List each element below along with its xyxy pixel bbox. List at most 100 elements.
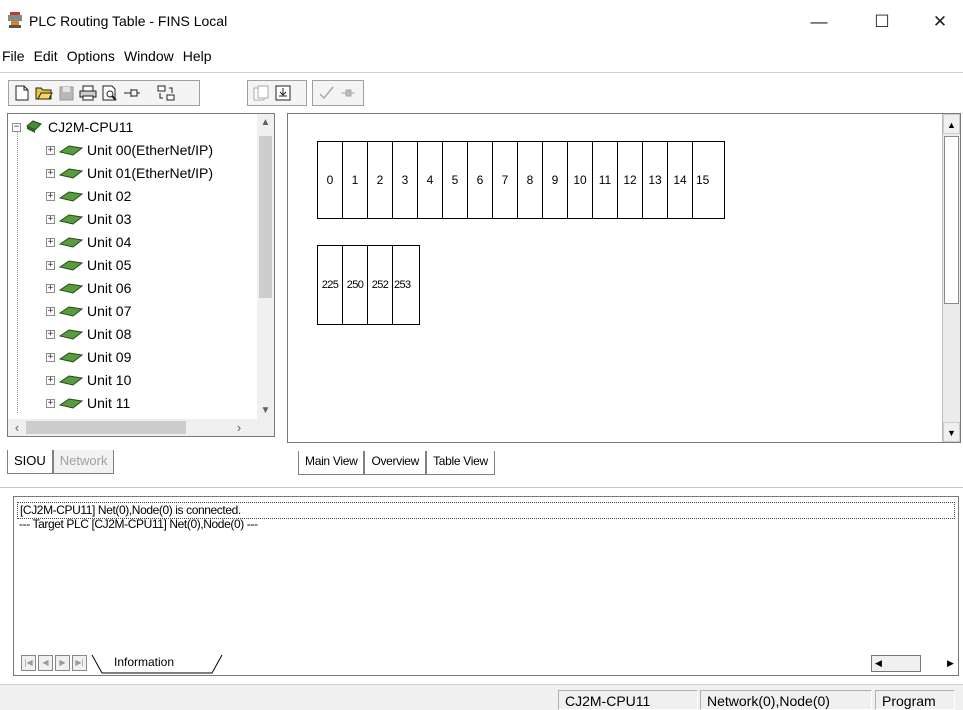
main-view-canvas[interactable]: 0 1 2 3 4 5 6 7 8 9 10 11 12 13 14 15 22… bbox=[287, 113, 961, 443]
tree-item-unit-05[interactable]: + Unit 05 bbox=[46, 254, 131, 276]
log-line[interactable]: --- Target PLC [CJ2M-CPU11] Net(0),Node(… bbox=[17, 517, 258, 531]
import-icon[interactable] bbox=[272, 82, 294, 104]
expand-icon[interactable]: + bbox=[46, 375, 55, 385]
close-button[interactable]: ✕ bbox=[918, 8, 962, 36]
expand-icon[interactable]: + bbox=[46, 260, 55, 270]
status-bar: CJ2M-CPU11 Network(0),Node(0) Program bbox=[0, 684, 963, 710]
expand-icon[interactable]: + bbox=[46, 329, 55, 339]
special-unit-cell[interactable]: 252 bbox=[367, 245, 393, 325]
tree-item-unit-02[interactable]: + Unit 02 bbox=[46, 185, 131, 207]
expand-icon[interactable]: + bbox=[46, 214, 55, 224]
expand-icon[interactable]: + bbox=[46, 306, 55, 316]
info-horizontal-scrollbar[interactable]: ◀ bbox=[871, 655, 921, 672]
unit-cell[interactable]: 14 bbox=[667, 141, 693, 219]
unit-cell[interactable]: 5 bbox=[442, 141, 468, 219]
prev-tab-icon[interactable]: ◀ bbox=[38, 655, 53, 671]
tree-root[interactable]: − CJ2M-CPU11 bbox=[12, 116, 133, 138]
collapse-icon[interactable]: − bbox=[12, 122, 21, 132]
unit-cell[interactable]: 10 bbox=[567, 141, 593, 219]
menu-file[interactable]: File bbox=[0, 46, 29, 68]
splitter[interactable] bbox=[0, 487, 963, 488]
expand-icon[interactable]: + bbox=[46, 283, 55, 293]
main-vertical-scrollbar[interactable]: ▲ ▼ bbox=[942, 114, 960, 442]
minimize-button[interactable]: — bbox=[797, 8, 841, 36]
scroll-down-icon[interactable]: ▼ bbox=[943, 422, 960, 442]
tree-item-unit-06[interactable]: + Unit 06 bbox=[46, 277, 131, 299]
unit-cell[interactable]: 0 bbox=[317, 141, 343, 219]
last-tab-icon[interactable]: ▶| bbox=[72, 655, 87, 671]
expand-icon[interactable]: + bbox=[46, 168, 55, 178]
unit-cell[interactable]: 4 bbox=[417, 141, 443, 219]
tab-table-view[interactable]: Table View bbox=[426, 451, 495, 475]
expand-icon[interactable]: + bbox=[46, 352, 55, 362]
connect-icon[interactable] bbox=[337, 82, 359, 104]
unit-cell[interactable]: 13 bbox=[642, 141, 668, 219]
unit-cell[interactable]: 3 bbox=[392, 141, 418, 219]
unit-cell[interactable]: 7 bbox=[492, 141, 518, 219]
unit-module-icon bbox=[59, 306, 83, 317]
unit-cell[interactable]: 11 bbox=[592, 141, 618, 219]
expand-icon[interactable]: + bbox=[46, 145, 55, 155]
special-unit-cell[interactable]: 250 bbox=[342, 245, 368, 325]
menu-help[interactable]: Help bbox=[179, 46, 216, 68]
scroll-right-icon[interactable]: › bbox=[230, 419, 248, 436]
expand-icon[interactable]: + bbox=[46, 237, 55, 247]
unit-cell[interactable]: 9 bbox=[542, 141, 568, 219]
tree-vertical-scrollbar[interactable]: ▲ ▼ bbox=[257, 114, 274, 420]
tree-item-unit-07[interactable]: + Unit 07 bbox=[46, 300, 131, 322]
scroll-up-icon[interactable]: ▲ bbox=[257, 114, 274, 132]
scroll-thumb[interactable] bbox=[26, 421, 186, 434]
unit-tree[interactable]: − CJ2M-CPU11 + Unit 00(EtherNet/IP) + Un… bbox=[7, 113, 275, 437]
scroll-thumb[interactable] bbox=[259, 136, 272, 298]
tree-item-unit-03[interactable]: + Unit 03 bbox=[46, 208, 131, 230]
unit-cell[interactable]: 12 bbox=[617, 141, 643, 219]
maximize-button[interactable]: ☐ bbox=[860, 8, 904, 36]
scroll-up-icon[interactable]: ▲ bbox=[943, 114, 960, 134]
scroll-left-icon[interactable]: ◀ bbox=[875, 658, 882, 669]
scroll-right-icon[interactable]: ▶ bbox=[942, 655, 959, 672]
copy-document-icon[interactable] bbox=[250, 82, 272, 104]
tab-main-view[interactable]: Main View bbox=[298, 451, 365, 475]
special-unit-cell[interactable]: 225 bbox=[317, 245, 343, 325]
menu-options[interactable]: Options bbox=[63, 46, 119, 68]
scroll-left-icon[interactable]: ‹ bbox=[8, 419, 26, 436]
tree-item-unit-04[interactable]: + Unit 04 bbox=[46, 231, 131, 253]
tab-overview[interactable]: Overview bbox=[364, 451, 427, 475]
print-preview-icon[interactable] bbox=[99, 82, 121, 104]
tab-information[interactable]: Information bbox=[102, 653, 182, 673]
open-folder-icon[interactable] bbox=[33, 82, 55, 104]
unit-cell[interactable]: 15 bbox=[692, 141, 725, 219]
print-icon[interactable] bbox=[77, 82, 99, 104]
menu-edit[interactable]: Edit bbox=[30, 46, 62, 68]
close-icon: ✕ bbox=[932, 12, 948, 31]
scroll-thumb[interactable] bbox=[944, 136, 959, 304]
check-icon[interactable] bbox=[315, 82, 337, 104]
unit-cell[interactable]: 6 bbox=[467, 141, 493, 219]
tree-item-unit-00[interactable]: + Unit 00(EtherNet/IP) bbox=[46, 139, 213, 161]
special-unit-cell[interactable]: 253 bbox=[392, 245, 420, 325]
tab-siou[interactable]: SIOU bbox=[7, 450, 53, 474]
expand-icon[interactable]: + bbox=[46, 398, 55, 408]
tab-network[interactable]: Network bbox=[52, 450, 115, 474]
unit-cell[interactable]: 2 bbox=[367, 141, 393, 219]
expand-icon[interactable]: + bbox=[46, 191, 55, 201]
unit-cell[interactable]: 8 bbox=[517, 141, 543, 219]
next-tab-icon[interactable]: ▶ bbox=[55, 655, 70, 671]
unit-cell[interactable]: 1 bbox=[342, 141, 368, 219]
new-file-icon[interactable] bbox=[11, 82, 33, 104]
scroll-down-icon[interactable]: ▼ bbox=[257, 402, 274, 420]
tree-item-unit-09[interactable]: + Unit 09 bbox=[46, 346, 131, 368]
pin-icon[interactable] bbox=[121, 82, 143, 104]
tree-item-unit-11[interactable]: + Unit 11 bbox=[46, 392, 130, 414]
unit-module-icon bbox=[59, 168, 83, 179]
first-tab-icon[interactable]: |◀ bbox=[21, 655, 36, 671]
tree-connector bbox=[17, 131, 18, 413]
tree-item-unit-08[interactable]: + Unit 08 bbox=[46, 323, 131, 345]
tree-item-unit-10[interactable]: + Unit 10 bbox=[46, 369, 131, 391]
tree-horizontal-scrollbar[interactable]: ‹ › bbox=[8, 419, 274, 436]
tree-item-unit-01[interactable]: + Unit 01(EtherNet/IP) bbox=[46, 162, 213, 184]
minimize-icon: — bbox=[810, 12, 828, 31]
transfer-icon[interactable] bbox=[155, 82, 177, 104]
save-icon[interactable] bbox=[55, 82, 77, 104]
menu-window[interactable]: Window bbox=[120, 46, 178, 68]
